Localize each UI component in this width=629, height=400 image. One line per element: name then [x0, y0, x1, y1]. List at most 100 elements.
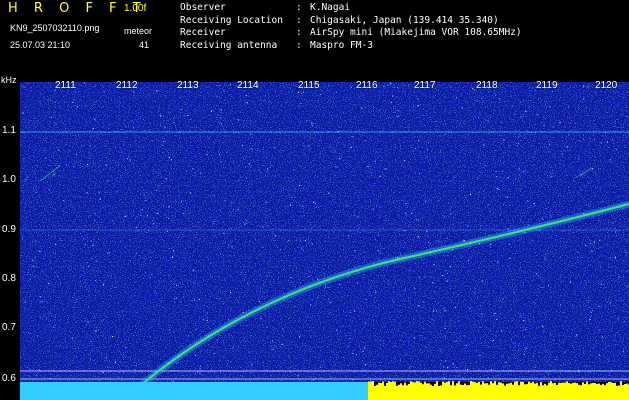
- noise-speck: [568, 134, 570, 136]
- noise-speck: [409, 269, 411, 271]
- noise-speck: [273, 348, 275, 350]
- noise-speck: [221, 123, 222, 125]
- noise-speck: [450, 213, 452, 215]
- level-bar-spike: [626, 383, 628, 388]
- noise-speck: [50, 262, 52, 264]
- noise-speck: [389, 223, 391, 225]
- noise-speck: [56, 329, 58, 331]
- noise-speck: [531, 376, 533, 378]
- noise-speck: [533, 203, 535, 205]
- level-bar-spike: [380, 383, 382, 388]
- noise-speck: [379, 252, 381, 254]
- noise-speck: [450, 87, 451, 89]
- noise-speck: [607, 243, 608, 245]
- noise-speck: [168, 206, 170, 208]
- noise-speck: [481, 280, 483, 282]
- noise-speck: [418, 305, 420, 307]
- noise-speck: [256, 286, 258, 288]
- noise-speck: [614, 91, 616, 93]
- noise-speck: [68, 118, 70, 120]
- noise-speck: [346, 205, 348, 207]
- noise-speck: [548, 284, 549, 286]
- noise-speck: [497, 261, 498, 263]
- noise-speck: [558, 278, 559, 280]
- noise-speck: [263, 291, 265, 293]
- x-tick-2115: 2115: [298, 80, 320, 91]
- level-bar-spike: [516, 381, 518, 388]
- noise-speck: [444, 133, 446, 135]
- noise-speck: [187, 335, 189, 337]
- noise-speck: [495, 171, 497, 172]
- noise-speck: [547, 359, 549, 361]
- noise-speck: [365, 298, 367, 300]
- noise-speck: [157, 128, 159, 130]
- noise-speck: [591, 243, 593, 245]
- level-bar-spike: [370, 381, 372, 388]
- noise-speck: [467, 260, 469, 262]
- noise-speck: [123, 160, 125, 162]
- noise-speck: [471, 310, 473, 312]
- noise-speck: [300, 103, 302, 104]
- noise-speck: [354, 250, 356, 252]
- noise-speck: [500, 242, 502, 244]
- level-bar-spike: [484, 383, 486, 388]
- level-bar-spike: [556, 385, 558, 388]
- noise-speck: [488, 204, 490, 206]
- noise-speck: [417, 98, 419, 100]
- noise-speck: [257, 111, 259, 112]
- level-bar-spike: [458, 381, 460, 388]
- level-bar-spike: [586, 381, 588, 388]
- noise-speck: [512, 342, 514, 344]
- noise-speck: [45, 318, 47, 320]
- level-bar-spike: [422, 384, 424, 388]
- noise-speck: [220, 161, 222, 163]
- noise-speck: [444, 93, 446, 95]
- level-bar-spike: [608, 382, 610, 388]
- noise-speck: [232, 351, 234, 353]
- noise-speck: [210, 262, 212, 264]
- noise-speck: [518, 168, 520, 170]
- noise-speck: [502, 163, 504, 165]
- noise-speck: [166, 230, 168, 232]
- noise-speck: [561, 153, 563, 155]
- noise-speck: [272, 340, 273, 342]
- noise-speck: [82, 165, 84, 167]
- noise-speck: [65, 164, 67, 166]
- level-bar-spike: [540, 382, 542, 388]
- noise-speck: [362, 134, 364, 136]
- noise-speck: [262, 246, 264, 248]
- noise-speck: [611, 267, 613, 269]
- noise-speck: [426, 113, 428, 115]
- level-bar-spike: [472, 381, 474, 388]
- noise-speck: [501, 330, 503, 332]
- level-bar-spike: [436, 381, 438, 388]
- level-bar-spike: [374, 386, 376, 388]
- noise-speck: [614, 257, 616, 259]
- noise-speck: [311, 122, 313, 124]
- noise-speck: [587, 181, 589, 183]
- noise-speck: [174, 162, 176, 164]
- noise-speck: [590, 323, 592, 325]
- noise-speck: [441, 241, 442, 243]
- noise-speck: [612, 139, 614, 141]
- noise-speck: [72, 248, 74, 250]
- noise-speck: [294, 367, 296, 369]
- info-row-receiver: Receiver: AirSpy mini (Miakejima VOR 108.…: [180, 27, 522, 39]
- noise-speck: [349, 337, 351, 339]
- noise-speck: [23, 310, 25, 312]
- noise-speck: [73, 315, 75, 317]
- y-tick-0-7: 0.7: [2, 322, 16, 333]
- noise-speck: [350, 147, 352, 148]
- noise-speck: [76, 136, 77, 138]
- noise-speck: [535, 273, 537, 275]
- noise-speck: [560, 304, 561, 306]
- level-bar-spike: [482, 381, 484, 388]
- noise-speck: [176, 297, 177, 299]
- noise-speck: [173, 298, 175, 300]
- noise-speck: [434, 156, 436, 158]
- noise-speck: [391, 223, 393, 225]
- noise-speck: [210, 110, 212, 112]
- noise-speck: [409, 276, 411, 278]
- noise-speck: [94, 86, 95, 88]
- noise-speck: [258, 169, 260, 171]
